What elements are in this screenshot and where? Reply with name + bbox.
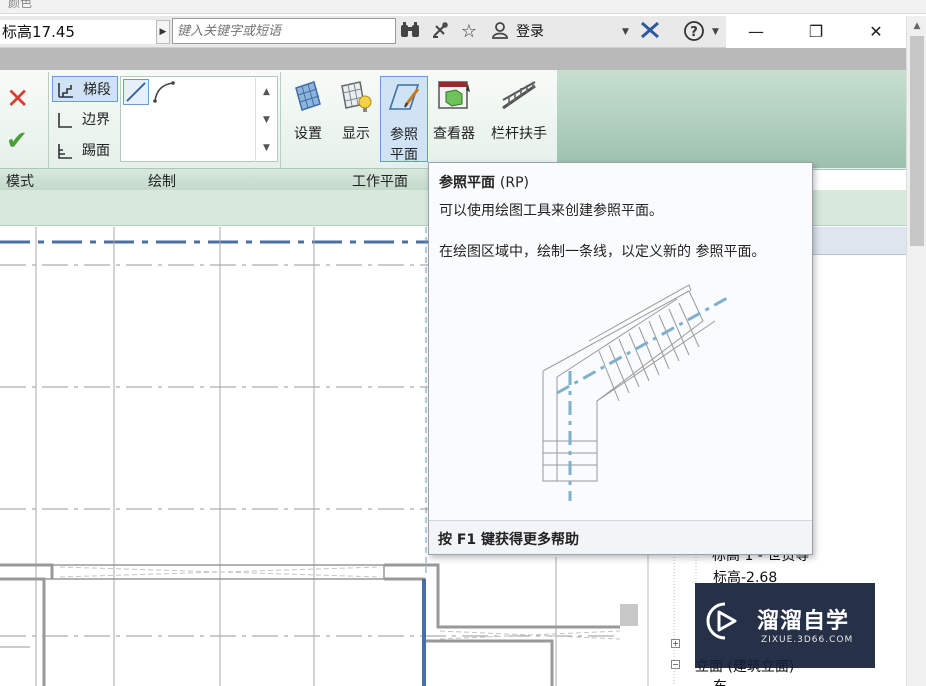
browser-header [812, 227, 906, 255]
tooltip-description: 可以使用绘图工具来创建参照平面。 [439, 203, 663, 219]
tooltip-shortcut: (RP) [499, 175, 529, 191]
show-work-plane-icon [341, 81, 372, 112]
search-input[interactable] [172, 18, 396, 44]
draw-riser-button[interactable]: 踢面 [52, 138, 118, 164]
arc-tool-icon[interactable] [151, 79, 177, 105]
ribbon-empty-area [557, 70, 906, 168]
reference-plane-button[interactable]: 参照 平面 [380, 76, 428, 163]
stair-run-icon [58, 83, 73, 98]
tooltip-help-hint: 按 F1 键获得更多帮助 [438, 532, 580, 548]
work-plane-set-button[interactable]: 设置 [284, 76, 332, 162]
tool-show-label: 显示 [342, 126, 370, 142]
gallery-scroll: ▲ ▼ ▼ [255, 78, 277, 162]
watermark-subtitle: ZIXUE.3D66.COM [761, 635, 854, 645]
browser-item-east[interactable]: 东 [713, 676, 727, 686]
tooltip-title: 参照平面 [439, 175, 495, 191]
help-icon[interactable]: ? [682, 20, 706, 44]
viewer-icon [438, 81, 470, 109]
reference-plane-icon [388, 84, 420, 110]
ribbon-tab-bar [0, 48, 906, 70]
finish-edit-check-icon[interactable]: ✔ [6, 126, 28, 156]
gallery-scroll-down-icon[interactable]: ▼ [256, 106, 277, 134]
login-button[interactable]: 登录 [516, 20, 544, 44]
draw-run-label: 梯段 [83, 82, 111, 98]
watermark-title: 溜溜自学 [757, 609, 850, 634]
canvas-scroll-thumb[interactable] [620, 604, 638, 626]
svg-text:?: ? [690, 25, 698, 40]
top-strip: 颜色 [0, 0, 926, 14]
user-icon [488, 20, 512, 44]
draw-riser-label: 踢面 [82, 143, 110, 159]
close-button[interactable]: ✕ [846, 16, 906, 48]
panel-label-mode: 模式 [6, 174, 34, 190]
exchange-apps-icon[interactable] [638, 20, 662, 44]
railing-icon [502, 81, 536, 110]
tooltip-illustration [542, 284, 730, 501]
tool-set-label: 设置 [294, 126, 322, 142]
top-strip-label: 颜色 [8, 0, 33, 10]
tool-refplane-label-1: 参照 [390, 127, 418, 143]
window-controls: — ❐ ✕ [726, 16, 906, 48]
gallery-scroll-up-icon[interactable]: ▲ [256, 78, 277, 106]
tooltip-title-row: 参照平面 (RP) [439, 172, 529, 192]
level-name: 标高17.45 [0, 20, 156, 44]
scroll-thumb[interactable] [910, 36, 924, 246]
tool-refplane-label-2: 平面 [390, 147, 418, 163]
scroll-up-icon[interactable]: ▲ [907, 16, 926, 36]
browser-expand-icon[interactable]: + [671, 639, 680, 648]
gallery-expand-icon[interactable]: ▼ [256, 134, 277, 162]
panel-label-draw: 绘制 [148, 174, 176, 190]
draw-run-button[interactable]: 梯段 [52, 76, 118, 102]
draw-boundary-button[interactable]: 边界 [52, 107, 118, 133]
cancel-edit-x-icon[interactable]: ✕ [6, 82, 29, 115]
panel-label-work-plane: 工作平面 [352, 174, 408, 190]
minimize-button[interactable]: — [726, 16, 786, 48]
browser-collapse-icon[interactable]: − [671, 660, 680, 669]
railing-button[interactable]: 栏杆扶手 [486, 76, 552, 162]
work-plane-show-button[interactable]: 显示 [332, 76, 380, 162]
login-dropdown-caret-icon[interactable]: ▼ [622, 20, 629, 44]
binoculars-icon[interactable] [398, 20, 422, 44]
reference-plane-tooltip: 参照平面 (RP) 可以使用绘图工具来创建参照平面。 在绘图区域中，绘制一条线，… [428, 162, 813, 555]
tooltip-instructions: 在绘图区域中，绘制一条线，以定义新的 参照平面。 [439, 244, 766, 260]
satellite-icon[interactable] [428, 20, 452, 44]
vertical-scrollbar[interactable]: ▲ [906, 16, 926, 686]
tool-railing-label: 栏杆扶手 [491, 126, 547, 142]
boundary-icon [58, 113, 72, 128]
set-work-plane-icon [295, 81, 321, 111]
tooltip-footer: 按 F1 键获得更多帮助 [429, 520, 812, 554]
tool-viewer-label: 查看器 [433, 126, 475, 142]
favorites-star-icon[interactable]: ☆ [456, 20, 482, 44]
watermark-play-icon [706, 602, 737, 640]
restore-button[interactable]: ❐ [786, 16, 846, 48]
line-tool-icon[interactable] [123, 79, 149, 105]
riser-icon [58, 144, 72, 159]
level-expand-button[interactable]: ▶ [156, 20, 170, 44]
watermark-logo: 溜溜自学 ZIXUE.3D66.COM [695, 583, 875, 668]
viewer-button[interactable]: 查看器 [428, 76, 480, 162]
help-dropdown-caret-icon[interactable]: ▼ [712, 20, 719, 44]
draw-boundary-label: 边界 [82, 112, 110, 128]
